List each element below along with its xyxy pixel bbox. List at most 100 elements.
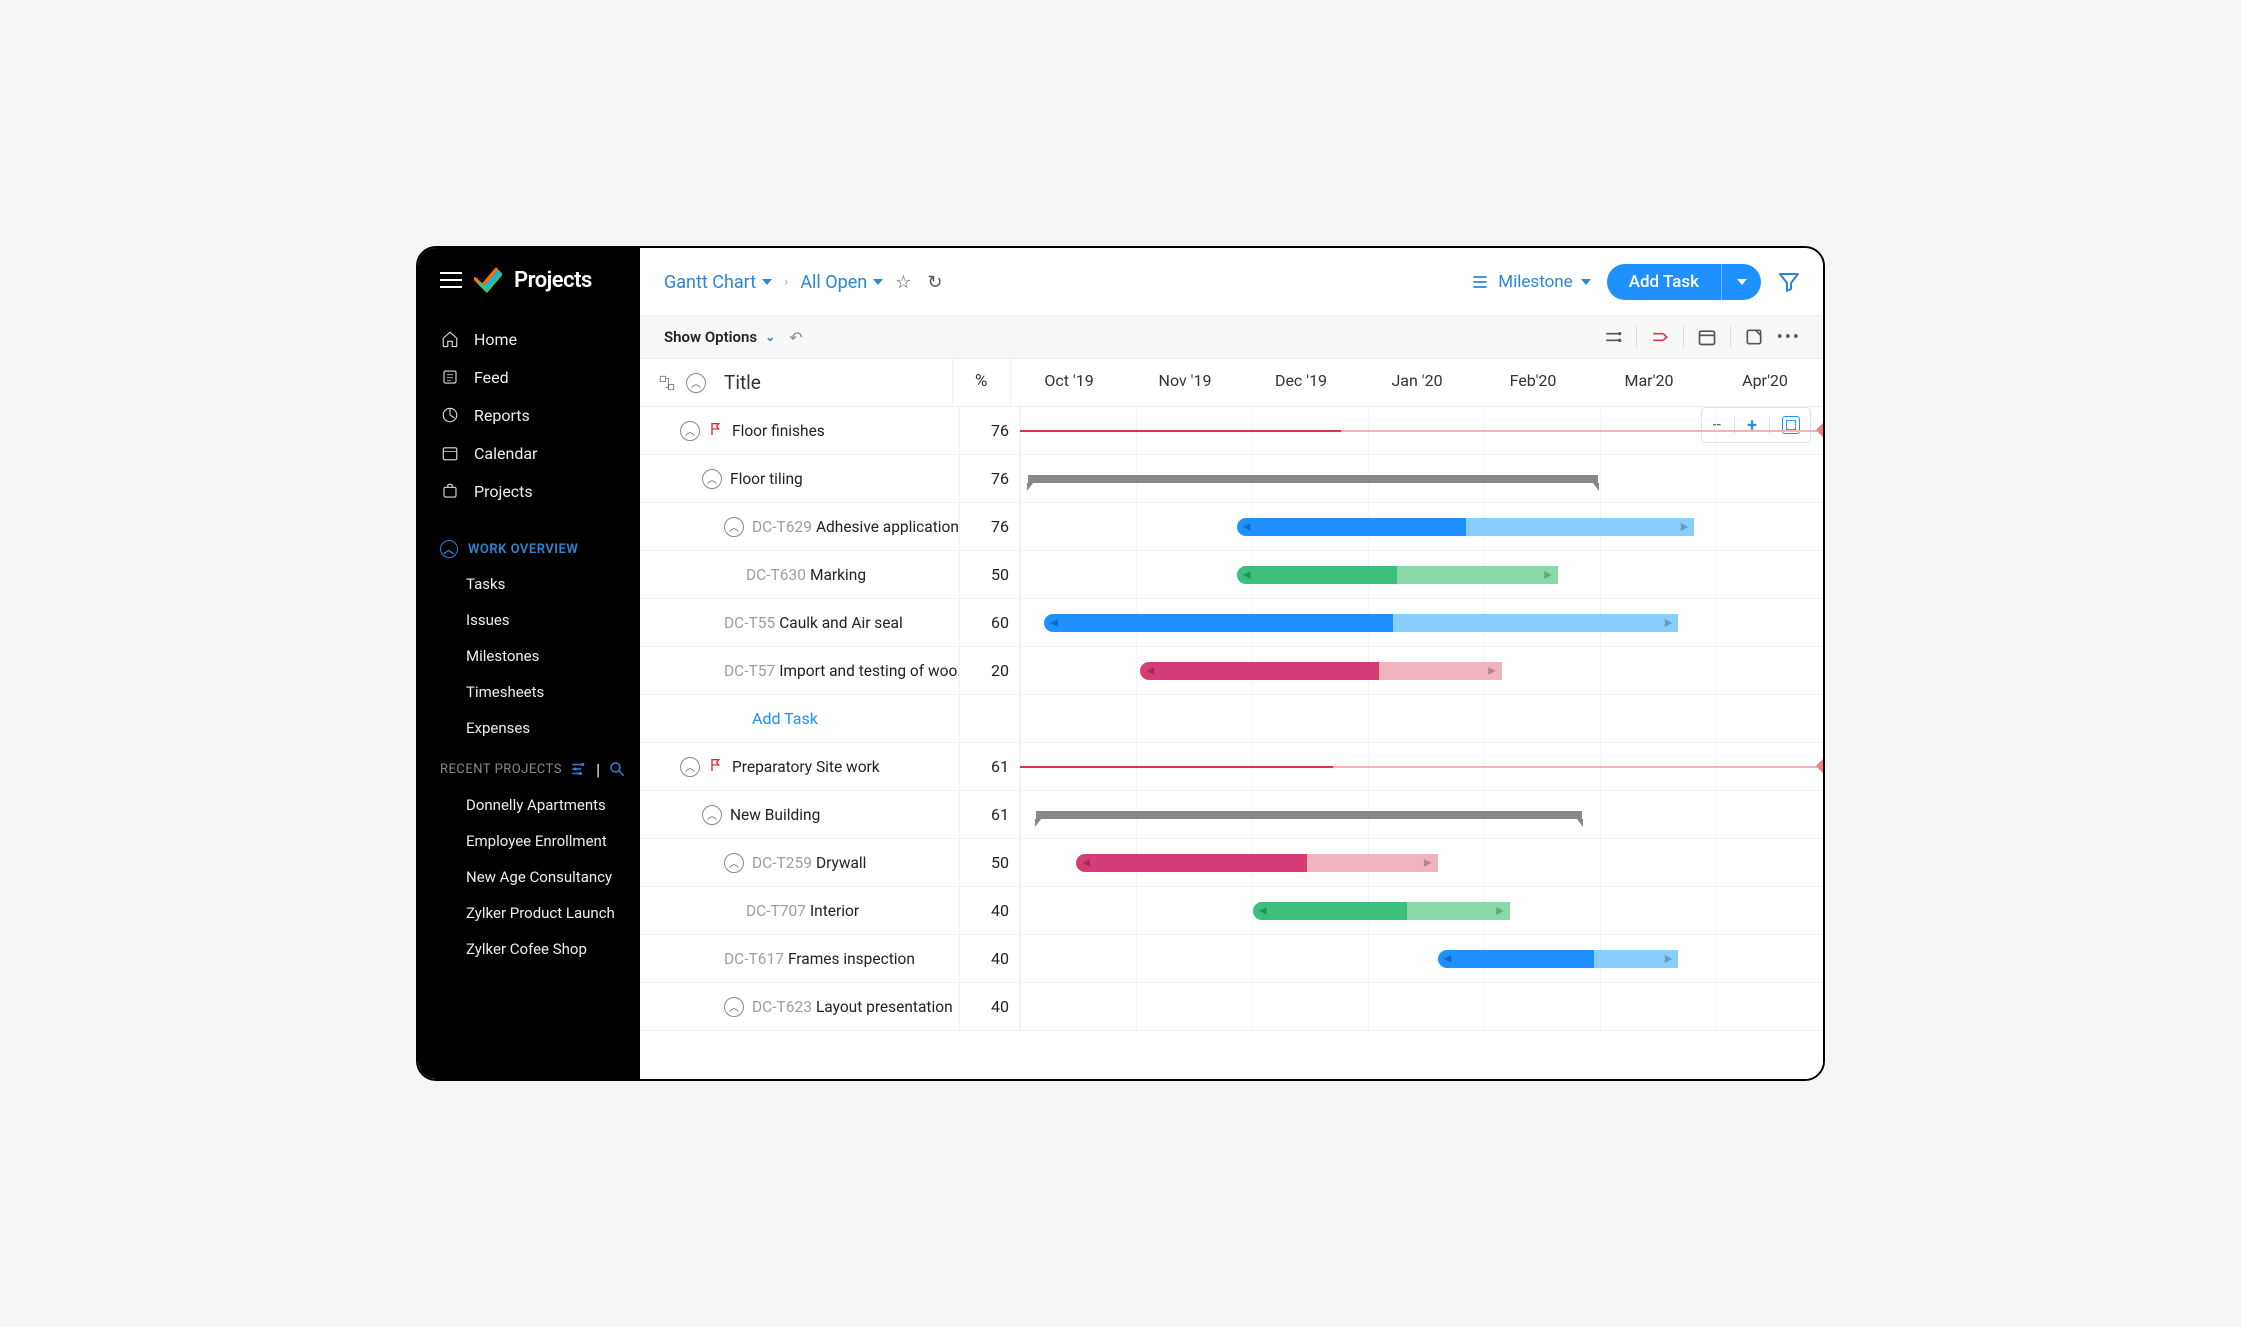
milestone-selector[interactable]: Milestone <box>1470 272 1590 292</box>
add-task-button[interactable]: Add Task <box>1607 264 1761 300</box>
row-gantt-cell[interactable]: ◀▶ <box>1020 647 1823 694</box>
sidebar: Projects HomeFeedReportsCalendarProjects… <box>418 248 640 1079</box>
bar-handle-left-icon[interactable]: ◀ <box>1050 617 1058 628</box>
row-gantt-cell[interactable] <box>1020 983 1823 1030</box>
bar-handle-left-icon[interactable]: ◀ <box>1243 521 1251 532</box>
filter-selector[interactable]: All Open <box>800 272 883 293</box>
view-selector[interactable]: Gantt Chart <box>664 272 772 293</box>
nav-item-feed[interactable]: Feed <box>418 358 640 396</box>
nav-item-calendar[interactable]: Calendar <box>418 434 640 472</box>
row-title-cell[interactable]: ︿DC-T629 Adhesive application <box>640 503 960 550</box>
expand-icon[interactable]: ︿ <box>680 757 700 777</box>
column-header-percent[interactable]: % <box>953 359 1011 406</box>
bar-handle-right-icon[interactable]: ▶ <box>1496 905 1504 916</box>
row-gantt-cell[interactable]: ◀▶ <box>1020 599 1823 646</box>
bar-handle-left-icon[interactable]: ◀ <box>1259 905 1267 916</box>
row-gantt-cell[interactable] <box>1020 791 1823 838</box>
expand-icon[interactable]: ︿ <box>724 853 744 873</box>
work-overview-item[interactable]: Expenses <box>418 710 640 746</box>
task-bar[interactable]: ◀▶ <box>1438 950 1679 968</box>
collapse-all-icon[interactable]: ︿ <box>686 373 706 393</box>
expand-icon[interactable]: ︿ <box>724 517 744 537</box>
month-header: Feb'20 <box>1475 359 1591 406</box>
row-title-cell[interactable]: DC-T707 Interior <box>640 887 960 934</box>
filter-icon[interactable] <box>1777 270 1801 294</box>
task-bar[interactable]: ◀▶ <box>1237 566 1558 584</box>
task-title: Floor finishes <box>732 422 825 440</box>
task-bar[interactable]: ◀▶ <box>1140 662 1501 680</box>
expand-icon[interactable]: ︿ <box>724 997 744 1017</box>
bar-handle-left-icon[interactable]: ◀ <box>1444 953 1452 964</box>
star-icon[interactable]: ☆ <box>895 272 911 293</box>
recent-project-item[interactable]: Zylker Product Launch <box>418 895 640 931</box>
recent-project-item[interactable]: Donnelly Apartments <box>418 787 640 823</box>
nav-item-home[interactable]: Home <box>418 320 640 358</box>
row-title-cell[interactable]: ︿Floor tiling <box>640 455 960 502</box>
task-bar[interactable]: ◀▶ <box>1044 614 1678 632</box>
add-task-inline[interactable]: Add Task <box>752 709 818 728</box>
work-overview-item[interactable]: Issues <box>418 602 640 638</box>
row-title-cell[interactable]: ︿ New Building <box>640 791 960 838</box>
row-gantt-cell[interactable]: ◀▶ <box>1020 503 1823 550</box>
work-overview-item[interactable]: Timesheets <box>418 674 640 710</box>
expand-icon[interactable]: ︿ <box>680 421 700 441</box>
refresh-icon[interactable]: ↻ <box>927 272 942 293</box>
row-title-cell[interactable]: DC-T617 Frames inspection <box>640 935 960 982</box>
row-title-cell[interactable]: Add Task <box>640 695 960 742</box>
settings-sliders-icon[interactable] <box>570 760 588 778</box>
bar-handle-right-icon[interactable]: ▶ <box>1681 521 1689 532</box>
bar-handle-left-icon[interactable]: ◀ <box>1243 569 1251 580</box>
row-gantt-cell[interactable] <box>1020 407 1823 454</box>
more-icon[interactable]: ••• <box>1777 327 1801 348</box>
recent-project-item[interactable]: New Age Consultancy <box>418 859 640 895</box>
recent-project-item[interactable]: Employee Enrollment <box>418 823 640 859</box>
work-overview-item[interactable]: Tasks <box>418 566 640 602</box>
row-gantt-cell[interactable] <box>1020 455 1823 502</box>
bar-handle-right-icon[interactable]: ▶ <box>1544 569 1552 580</box>
row-gantt-cell[interactable]: ◀▶ <box>1020 839 1823 886</box>
task-bar[interactable]: ◀▶ <box>1076 854 1437 872</box>
row-title-cell[interactable]: DC-T630 Marking <box>640 551 960 598</box>
task-bar[interactable]: ◀▶ <box>1237 518 1695 536</box>
row-title-cell[interactable]: DC-T55 Caulk and Air seal <box>640 599 960 646</box>
row-gantt-cell[interactable] <box>1020 743 1823 790</box>
row-gantt-cell[interactable]: ◀▶ <box>1020 887 1823 934</box>
row-gantt-cell[interactable]: ◀▶ <box>1020 935 1823 982</box>
hamburger-icon[interactable] <box>440 272 462 288</box>
bar-handle-left-icon[interactable]: ◀ <box>1082 857 1090 868</box>
show-options-toggle[interactable]: Show Options ⌄ <box>664 328 775 346</box>
toolbar-icon-1[interactable] <box>1602 326 1624 348</box>
undo-icon[interactable]: ↶ <box>789 328 802 347</box>
chevron-down-icon[interactable] <box>1721 264 1761 300</box>
row-title-cell[interactable]: ︿DC-T259 Drywall <box>640 839 960 886</box>
summary-bar[interactable] <box>1028 475 1598 483</box>
expand-icon[interactable] <box>1743 326 1765 348</box>
row-gantt-cell[interactable]: ◀▶ <box>1020 551 1823 598</box>
bar-handle-right-icon[interactable]: ▶ <box>1488 665 1496 676</box>
bar-handle-right-icon[interactable]: ▶ <box>1424 857 1432 868</box>
work-overview-item[interactable]: Milestones <box>418 638 640 674</box>
task-title: New Building <box>730 806 820 824</box>
bar-handle-right-icon[interactable]: ▶ <box>1665 953 1673 964</box>
task-code: DC-T259 <box>752 854 812 872</box>
expand-icon[interactable]: ︿ <box>702 805 722 825</box>
nav-item-projects[interactable]: Projects <box>418 472 640 510</box>
calendar-icon[interactable] <box>1696 326 1718 348</box>
column-header-title[interactable]: ︿ Title <box>640 359 953 406</box>
row-title-cell[interactable]: ︿Preparatory Site work <box>640 743 960 790</box>
row-title-cell[interactable]: DC-T57 Import and testing of woo.. <box>640 647 960 694</box>
app-window: Projects HomeFeedReportsCalendarProjects… <box>416 246 1825 1081</box>
summary-bar[interactable] <box>1036 811 1582 819</box>
bar-handle-right-icon[interactable]: ▶ <box>1665 617 1673 628</box>
row-gantt-cell[interactable] <box>1020 695 1823 742</box>
row-title-cell[interactable]: ︿ Floor finishes <box>640 407 960 454</box>
task-bar[interactable]: ◀▶ <box>1253 902 1510 920</box>
search-icon[interactable] <box>608 760 626 778</box>
bar-handle-left-icon[interactable]: ◀ <box>1146 665 1154 676</box>
row-title-cell[interactable]: ︿DC-T623 Layout presentation <box>640 983 960 1030</box>
expand-icon[interactable]: ︿ <box>702 469 722 489</box>
work-overview-label[interactable]: ︿ WORK OVERVIEW <box>418 526 640 566</box>
recent-project-item[interactable]: Zylker Cofee Shop <box>418 931 640 967</box>
critical-path-icon[interactable] <box>1649 326 1671 348</box>
nav-item-reports[interactable]: Reports <box>418 396 640 434</box>
